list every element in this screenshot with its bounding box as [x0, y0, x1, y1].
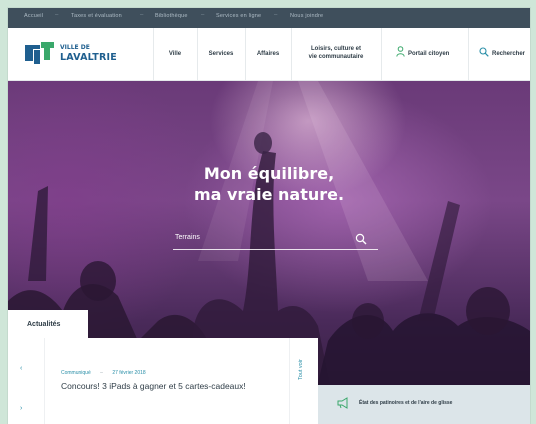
- utility-link-bibliotheque[interactable]: Bibliothèque: [155, 13, 188, 19]
- main-header: VILLE DE LAVALTRIE Ville Services Affair…: [8, 28, 530, 81]
- news-tab[interactable]: Actualités: [8, 310, 88, 338]
- portail-citoyen-link[interactable]: Portail citoyen: [408, 50, 468, 58]
- utility-separator: –: [201, 12, 205, 18]
- news-category[interactable]: Communiqué: [61, 370, 91, 376]
- hero-title: Mon équilibre, ma vraie nature.: [8, 163, 530, 205]
- utility-link-services-en-ligne[interactable]: Services en ligne: [216, 13, 261, 19]
- logo-line2: LAVALTRIE: [60, 52, 117, 63]
- user-icon: [396, 46, 405, 57]
- browser-page: Accueil – Taxes et évaluation – Biblioth…: [8, 8, 530, 424]
- utility-separator: –: [274, 12, 278, 18]
- lavaltrie-logo-icon[interactable]: [25, 42, 54, 64]
- rink-status-bar[interactable]: État des patinoires et de l'aire de glis…: [318, 385, 530, 424]
- news-prev-arrow-icon[interactable]: ‹: [20, 365, 22, 372]
- news-title[interactable]: Concours! 3 iPads à gagner et 5 cartes-c…: [61, 381, 246, 392]
- utility-bar: Accueil – Taxes et évaluation – Biblioth…: [8, 8, 530, 28]
- logo-line1: VILLE DE: [60, 44, 90, 51]
- utility-link-accueil[interactable]: Accueil: [24, 13, 43, 19]
- hero-search-icon[interactable]: [355, 233, 367, 245]
- nav-divider: [381, 28, 382, 80]
- see-all-label: Tout voir: [298, 359, 304, 380]
- utility-separator: –: [140, 12, 144, 18]
- utility-separator: –: [55, 12, 59, 18]
- nav-loisirs-line2: vie communautaire: [308, 54, 364, 60]
- nav-item-services[interactable]: Services: [197, 50, 245, 58]
- news-panel: ‹ › Communiqué – 27 février 2018 Concour…: [8, 338, 318, 424]
- nav-divider: [468, 28, 469, 80]
- megaphone-icon: [337, 397, 348, 409]
- nav-item-ville[interactable]: Ville: [153, 50, 197, 58]
- news-date: 27 février 2018: [112, 370, 146, 376]
- nav-item-affaires[interactable]: Affaires: [245, 50, 291, 58]
- utility-link-nous-joindre[interactable]: Nous joindre: [290, 13, 323, 19]
- hero-search-underline: [173, 249, 378, 250]
- news-next-arrow-icon[interactable]: ›: [20, 405, 22, 412]
- hero-title-line2: ma vraie nature.: [193, 185, 345, 204]
- see-all-news-button[interactable]: Tout voir: [289, 338, 318, 424]
- rink-status-text: État des patinoires et de l'aire de glis…: [359, 400, 453, 406]
- search-icon[interactable]: [479, 47, 489, 57]
- nav-item-loisirs[interactable]: Loisirs, culture et vie communautaire: [291, 45, 381, 61]
- nav-loisirs-line1: Loisirs, culture et: [310, 46, 361, 52]
- logo-wordmark[interactable]: VILLE DE LAVALTRIE: [60, 43, 117, 62]
- news-meta-separator: –: [100, 370, 103, 376]
- utility-link-taxes[interactable]: Taxes et évaluation: [71, 13, 122, 19]
- hero-search-input[interactable]: Terrains: [175, 234, 200, 241]
- rechercher-button[interactable]: Rechercher: [492, 50, 530, 58]
- news-meta: Communiqué – 27 février 2018: [61, 370, 146, 376]
- hero-title-line1: Mon équilibre,: [203, 164, 335, 183]
- news-tab-label: Actualités: [27, 321, 61, 328]
- news-carousel-controls: ‹ ›: [8, 338, 45, 424]
